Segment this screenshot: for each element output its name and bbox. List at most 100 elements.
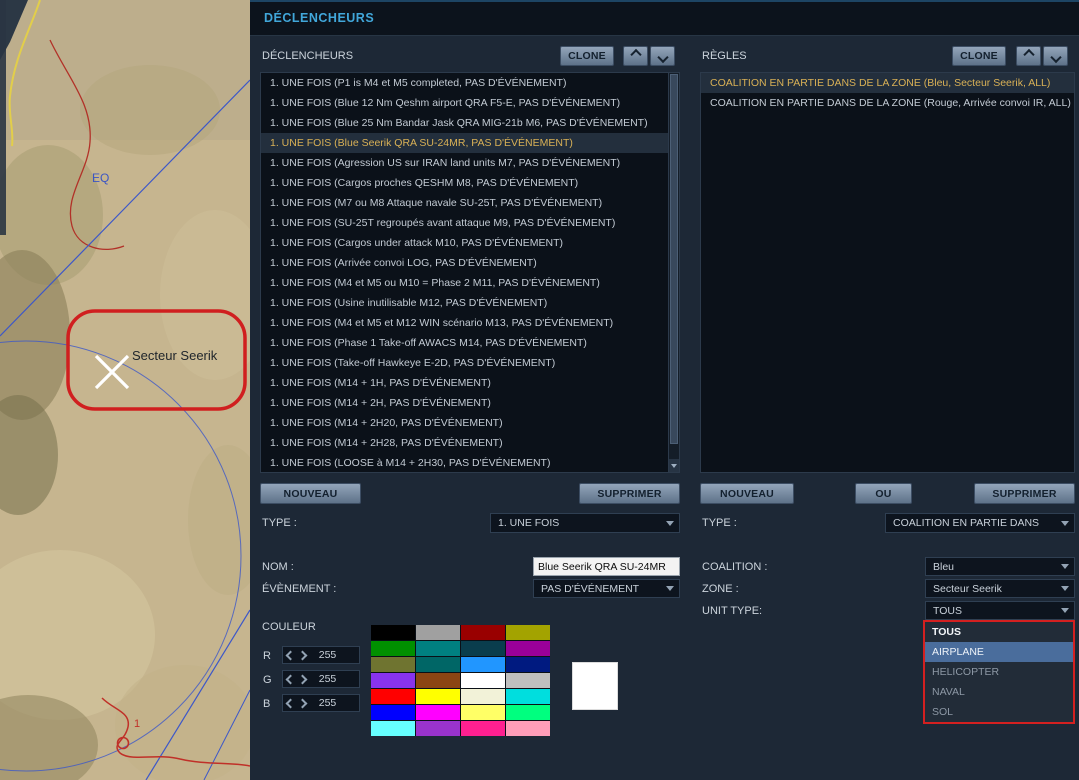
scrollbar-down-button[interactable] (669, 459, 679, 472)
list-item[interactable]: 1. UNE FOIS (Cargos proches QESHM M8, PA… (261, 173, 679, 193)
list-item[interactable]: 1. UNE FOIS (M7 ou M8 Attaque navale SU-… (261, 193, 679, 213)
unit-type-dropdown-list: TOUS AIRPLANE HELICOPTER NAVAL SOL (923, 620, 1075, 724)
list-item[interactable]: 1. UNE FOIS (P1 is M4 et M5 completed, P… (261, 73, 679, 93)
list-item[interactable]: 1. UNE FOIS (M14 + 2H20, PAS D'ÉVÉNEMENT… (261, 413, 679, 433)
triggers-move-down-button[interactable] (650, 46, 675, 66)
trigger-event-select[interactable]: PAS D'ÉVÉNEMENT (533, 579, 680, 598)
list-item[interactable]: 1. UNE FOIS (Blue 12 Nm Qeshm airport QR… (261, 93, 679, 113)
color-swatch[interactable] (506, 721, 550, 736)
rule-type-select[interactable]: COALITION EN PARTIE DANS (885, 513, 1075, 533)
color-swatch[interactable] (506, 689, 550, 704)
list-item[interactable]: 1. UNE FOIS (M4 et M5 ou M10 = Phase 2 M… (261, 273, 679, 293)
rules-clone-button[interactable]: CLONE (952, 46, 1006, 66)
unit-type-value: TOUS (933, 604, 962, 617)
map-waypoint-number: 1 (134, 718, 140, 730)
list-item[interactable]: 1. UNE FOIS (M14 + 2H, PAS D'ÉVÉNEMENT) (261, 393, 679, 413)
rules-move-up-button[interactable] (1016, 46, 1041, 66)
color-swatch[interactable] (371, 705, 415, 720)
color-swatch[interactable] (506, 625, 550, 640)
color-palette (371, 625, 550, 736)
triggers-scrollbar[interactable] (668, 73, 679, 472)
trigger-name-input[interactable] (533, 557, 680, 576)
trigger-event-value: PAS D'ÉVÉNEMENT (541, 582, 640, 595)
triangle-down-icon (671, 464, 677, 468)
color-swatch[interactable] (371, 641, 415, 656)
coalition-label: COALITION : (702, 561, 768, 573)
color-swatch[interactable] (461, 673, 505, 688)
rules-delete-button[interactable]: SUPPRIMER (974, 483, 1075, 504)
color-swatch[interactable] (416, 689, 460, 704)
color-swatch[interactable] (461, 657, 505, 672)
color-swatch[interactable] (506, 705, 550, 720)
dropdown-option[interactable]: HELICOPTER (925, 662, 1073, 682)
color-b-stepper[interactable]: 255 (282, 694, 360, 712)
trigger-type-select[interactable]: 1. UNE FOIS (490, 513, 680, 533)
list-item[interactable]: 1. UNE FOIS (Take-off Hawkeye E-2D, PAS … (261, 353, 679, 373)
list-item[interactable]: 1. UNE FOIS (Usine inutilisable M12, PAS… (261, 293, 679, 313)
unit-type-select[interactable]: TOUS (925, 601, 1075, 620)
list-item[interactable]: 1. UNE FOIS (LOOSE à M14 + 2H30, PAS D'É… (261, 453, 679, 472)
dropdown-option[interactable]: TOUS (925, 622, 1073, 642)
rules-list-items: COALITION EN PARTIE DANS DE LA ZONE (Ble… (701, 73, 1074, 113)
color-g-stepper[interactable]: 255 (282, 670, 360, 688)
rules-move-down-button[interactable] (1043, 46, 1068, 66)
list-item[interactable]: COALITION EN PARTIE DANS DE LA ZONE (Ble… (701, 73, 1074, 93)
scrollbar-thumb[interactable] (670, 74, 678, 444)
dropdown-option[interactable]: AIRPLANE (925, 642, 1073, 662)
list-item[interactable]: COALITION EN PARTIE DANS DE LA ZONE (Rou… (701, 93, 1074, 113)
list-item[interactable]: 1. UNE FOIS (Cargos under attack M10, PA… (261, 233, 679, 253)
list-item[interactable]: 1. UNE FOIS (Blue Seerik QRA SU-24MR, PA… (261, 133, 679, 153)
triggers-move-up-button[interactable] (623, 46, 648, 66)
color-swatch[interactable] (506, 657, 550, 672)
color-swatch[interactable] (416, 721, 460, 736)
rules-new-button[interactable]: NOUVEAU (700, 483, 794, 504)
color-swatch[interactable] (416, 705, 460, 720)
color-swatch[interactable] (461, 625, 505, 640)
chevron-down-icon (666, 586, 674, 591)
trigger-type-value: 1. UNE FOIS (498, 517, 560, 529)
color-swatch[interactable] (416, 673, 460, 688)
list-item[interactable]: 1. UNE FOIS (Arrivée convoi LOG, PAS D'É… (261, 253, 679, 273)
dropdown-option[interactable]: NAVAL (925, 682, 1073, 702)
list-item[interactable]: 1. UNE FOIS (Phase 1 Take-off AWACS M14,… (261, 333, 679, 353)
color-swatch[interactable] (461, 641, 505, 656)
trigger-event-label: ÉVÈNEMENT : (262, 583, 337, 595)
color-swatch[interactable] (461, 705, 505, 720)
coalition-select[interactable]: Bleu (925, 557, 1075, 576)
color-swatch[interactable] (461, 689, 505, 704)
color-swatch[interactable] (416, 641, 460, 656)
rules-or-button[interactable]: OU (855, 483, 912, 504)
decrement-icon[interactable] (285, 650, 296, 660)
color-r-value: 255 (318, 649, 337, 661)
decrement-icon[interactable] (285, 674, 296, 684)
list-item[interactable]: 1. UNE FOIS (Agression US sur IRAN land … (261, 153, 679, 173)
color-swatch[interactable] (371, 657, 415, 672)
color-r-stepper[interactable]: 255 (282, 646, 360, 664)
zone-select[interactable]: Secteur Seerik (925, 579, 1075, 598)
dropdown-option[interactable]: SOL (925, 702, 1073, 722)
panel-header: DÉCLENCHEURS (250, 0, 1079, 36)
map[interactable]: Secteur Seerik EQ 1 (0, 0, 270, 780)
triggers-new-button[interactable]: NOUVEAU (260, 483, 361, 504)
color-swatch[interactable] (506, 641, 550, 656)
list-item[interactable]: 1. UNE FOIS (M14 + 1H, PAS D'ÉVÉNEMENT) (261, 373, 679, 393)
color-swatch[interactable] (461, 721, 505, 736)
list-item[interactable]: 1. UNE FOIS (M4 et M5 et M12 WIN scénari… (261, 313, 679, 333)
triggers-clone-button[interactable]: CLONE (560, 46, 614, 66)
color-swatch[interactable] (371, 625, 415, 640)
chevron-down-icon (666, 520, 674, 526)
color-swatch[interactable] (416, 657, 460, 672)
list-item[interactable]: 1. UNE FOIS (SU-25T regroupés avant atta… (261, 213, 679, 233)
color-swatch[interactable] (416, 625, 460, 640)
coalition-value: Bleu (933, 560, 955, 573)
color-swatch[interactable] (371, 689, 415, 704)
chevron-down-icon (656, 51, 669, 64)
list-item[interactable]: 1. UNE FOIS (Blue 25 Nm Bandar Jask QRA … (261, 113, 679, 133)
list-item[interactable]: 1. UNE FOIS (M14 + 2H28, PAS D'ÉVÉNEMENT… (261, 433, 679, 453)
decrement-icon[interactable] (285, 698, 296, 708)
triggers-delete-button[interactable]: SUPPRIMER (579, 483, 680, 504)
color-swatch[interactable] (371, 673, 415, 688)
color-swatch[interactable] (506, 673, 550, 688)
color-swatch[interactable] (371, 721, 415, 736)
chevron-down-icon (1061, 608, 1069, 613)
